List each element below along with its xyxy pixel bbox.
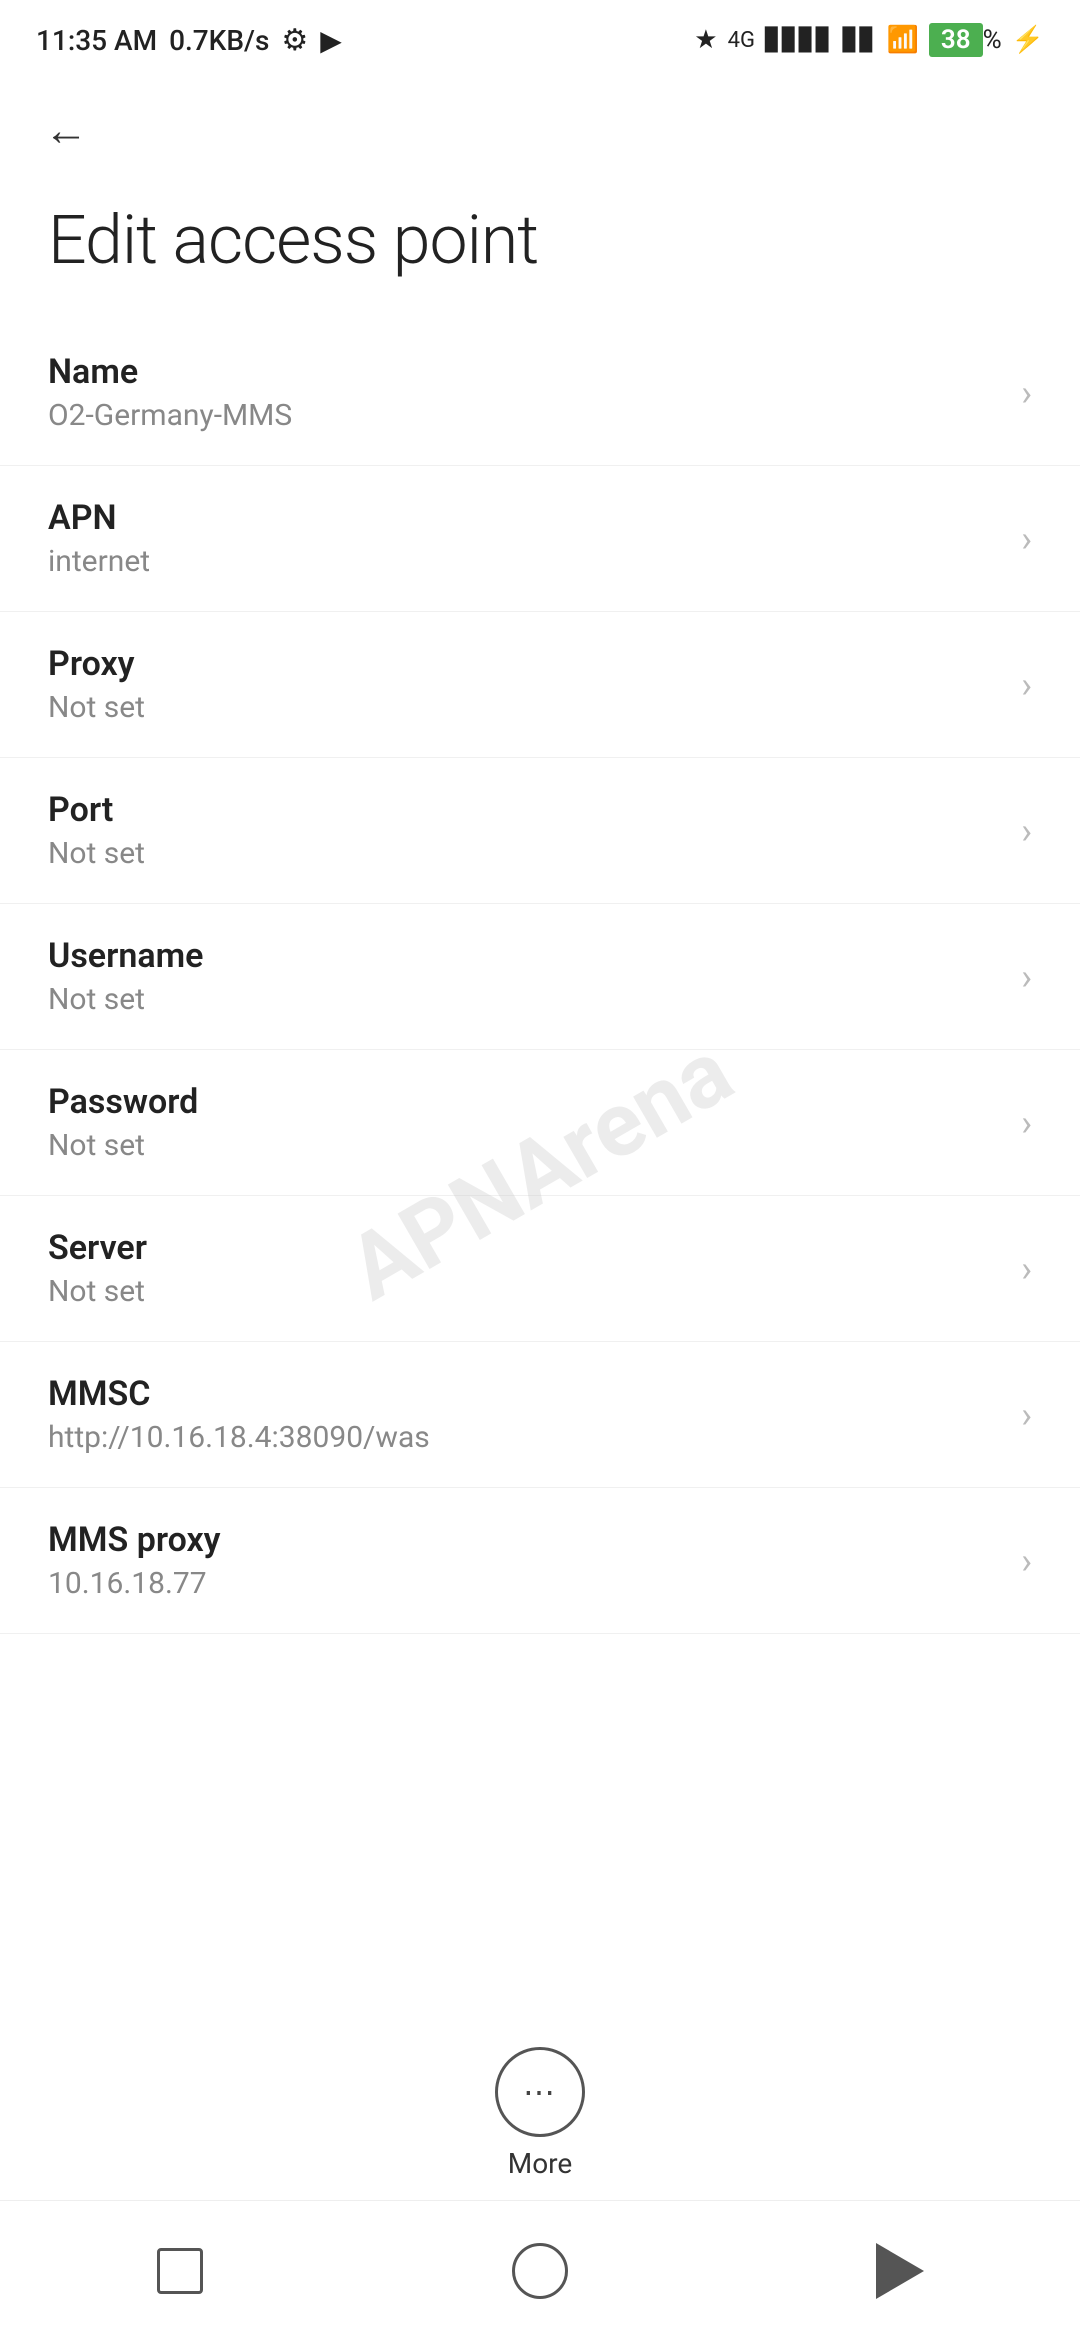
settings-item[interactable]: APN internet › xyxy=(0,466,1080,612)
item-content: Username Not set xyxy=(48,936,1001,1017)
back-button[interactable]: ← xyxy=(36,100,96,160)
item-label-6: Server xyxy=(48,1228,1001,1268)
nav-recents-button[interactable] xyxy=(120,2231,240,2311)
video-icon: ▶ xyxy=(320,24,342,57)
more-button[interactable]: ⋯ More xyxy=(495,2047,585,2180)
settings-item[interactable]: MMS proxy 10.16.18.77 › xyxy=(0,1488,1080,1634)
chevron-right-icon: › xyxy=(1021,1540,1032,1582)
settings-icon: ⚙ xyxy=(281,23,308,58)
chevron-right-icon: › xyxy=(1021,956,1032,998)
item-content: APN internet xyxy=(48,498,1001,579)
item-value-5: Not set xyxy=(48,1128,1001,1163)
item-content: MMSC http://10.16.18.4:38090/was xyxy=(48,1374,1001,1455)
nav-bar xyxy=(0,2200,1080,2340)
top-bar: ← xyxy=(0,80,1080,180)
chevron-right-icon: › xyxy=(1021,1394,1032,1436)
item-value-0: O2-Germany-MMS xyxy=(48,398,1001,433)
settings-item[interactable]: Server Not set › xyxy=(0,1196,1080,1342)
signal-bars-icon: ▊▊▊▊ xyxy=(765,28,833,53)
item-value-7: http://10.16.18.4:38090/was xyxy=(48,1420,1001,1455)
item-value-8: 10.16.18.77 xyxy=(48,1566,1001,1601)
item-label-2: Proxy xyxy=(48,644,1001,684)
bluetooth-icon: ★ xyxy=(694,25,717,55)
item-label-1: APN xyxy=(48,498,1001,538)
settings-item[interactable]: MMSC http://10.16.18.4:38090/was › xyxy=(0,1342,1080,1488)
status-time: 11:35 AM xyxy=(36,24,157,57)
item-label-5: Password xyxy=(48,1082,1001,1122)
item-label-7: MMSC xyxy=(48,1374,1001,1414)
battery-icon: 38% xyxy=(929,23,1002,57)
item-content: Port Not set xyxy=(48,790,1001,871)
item-value-6: Not set xyxy=(48,1274,1001,1309)
recents-icon xyxy=(157,2248,203,2294)
nav-back-button[interactable] xyxy=(840,2231,960,2311)
chevron-right-icon: › xyxy=(1021,1102,1032,1144)
status-right: ★ 4G ▊▊▊▊ ▊▊ 📶 38% ⚡ xyxy=(694,23,1044,57)
item-label-3: Port xyxy=(48,790,1001,830)
charging-icon: ⚡ xyxy=(1012,25,1044,55)
item-label-0: Name xyxy=(48,352,1001,392)
item-value-1: internet xyxy=(48,544,1001,579)
signal-bars2-icon: ▊▊ xyxy=(843,28,877,53)
item-value-2: Not set xyxy=(48,690,1001,725)
settings-item[interactable]: Username Not set › xyxy=(0,904,1080,1050)
item-value-3: Not set xyxy=(48,836,1001,871)
wifi-icon: 📶 xyxy=(886,25,918,55)
back-arrow-icon: ← xyxy=(44,104,88,156)
chevron-right-icon: › xyxy=(1021,1248,1032,1290)
item-label-4: Username xyxy=(48,936,1001,976)
page-title: Edit access point xyxy=(0,180,1080,320)
nav-home-button[interactable] xyxy=(480,2231,600,2311)
item-value-4: Not set xyxy=(48,982,1001,1017)
chevron-right-icon: › xyxy=(1021,810,1032,852)
item-content: MMS proxy 10.16.18.77 xyxy=(48,1520,1001,1601)
settings-item[interactable]: Proxy Not set › xyxy=(0,612,1080,758)
item-content: Password Not set xyxy=(48,1082,1001,1163)
back-icon xyxy=(876,2243,924,2299)
settings-list: Name O2-Germany-MMS › APN internet › Pro… xyxy=(0,320,1080,1634)
settings-item[interactable]: Port Not set › xyxy=(0,758,1080,904)
status-network: 0.7KB/s xyxy=(169,24,269,57)
settings-item[interactable]: Password Not set › xyxy=(0,1050,1080,1196)
more-label: More xyxy=(508,2147,573,2180)
item-content: Name O2-Germany-MMS xyxy=(48,352,1001,433)
item-label-8: MMS proxy xyxy=(48,1520,1001,1560)
home-icon xyxy=(512,2243,568,2299)
status-left: 11:35 AM 0.7KB/s ⚙ ▶ xyxy=(36,23,342,58)
signal-4g-icon: 4G xyxy=(728,28,755,53)
settings-item[interactable]: Name O2-Germany-MMS › xyxy=(0,320,1080,466)
item-content: Server Not set xyxy=(48,1228,1001,1309)
status-bar: 11:35 AM 0.7KB/s ⚙ ▶ ★ 4G ▊▊▊▊ ▊▊ 📶 38% … xyxy=(0,0,1080,80)
item-content: Proxy Not set xyxy=(48,644,1001,725)
chevron-right-icon: › xyxy=(1021,372,1032,414)
chevron-right-icon: › xyxy=(1021,664,1032,706)
more-dots-icon: ⋯ xyxy=(523,2073,557,2111)
more-circle-icon: ⋯ xyxy=(495,2047,585,2137)
chevron-right-icon: › xyxy=(1021,518,1032,560)
